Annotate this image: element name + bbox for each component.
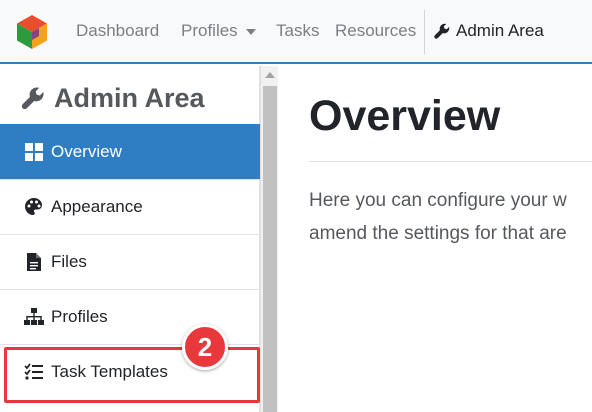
- nav-divider: [424, 10, 425, 54]
- wrench-icon: [434, 23, 450, 39]
- nav-resources-label: Resources: [335, 21, 417, 40]
- page-title: Overview: [309, 92, 501, 140]
- nav-tasks-label: Tasks: [276, 21, 320, 40]
- nav-profiles-label: Profiles: [181, 21, 238, 40]
- top-navbar: Dashboard Profiles Tasks Resources Admin…: [0, 0, 592, 64]
- nav-tasks[interactable]: Tasks: [276, 0, 319, 62]
- nav-resources[interactable]: Resources: [335, 0, 416, 62]
- windows-grid-icon: [24, 142, 44, 162]
- nav-profiles-dropdown[interactable]: Profiles: [181, 0, 256, 62]
- sidebar-title-label: Admin Area: [54, 82, 205, 113]
- nav-admin-label: Admin Area: [456, 21, 544, 40]
- sidebar-item-appearance[interactable]: Appearance: [0, 179, 260, 234]
- sidebar-item-label: Appearance: [51, 197, 143, 216]
- description-line: Here you can configure your w: [309, 190, 567, 211]
- step-number-badge: 2: [182, 324, 228, 370]
- caret-down-icon: [245, 29, 256, 35]
- nav-dashboard-label: Dashboard: [76, 21, 160, 40]
- sidebar-scrollbar[interactable]: [260, 66, 278, 412]
- sidebar-title: Admin Area: [20, 80, 205, 116]
- sidebar-item-label: Profiles: [51, 307, 108, 326]
- title-divider: [309, 161, 592, 162]
- app-logo-icon[interactable]: [14, 14, 50, 50]
- sitemap-icon: [24, 307, 44, 327]
- overview-description: Here you can configure your w amend the …: [309, 184, 592, 250]
- file-icon: [24, 252, 44, 272]
- scrollbar-thumb[interactable]: [263, 86, 277, 412]
- palette-icon: [24, 197, 44, 217]
- sidebar-item-label: Files: [51, 252, 87, 271]
- wrench-icon: [21, 87, 44, 110]
- description-line: amend the settings for that are: [309, 223, 567, 244]
- sidebar-item-overview[interactable]: Overview: [0, 124, 260, 179]
- nav-admin-area[interactable]: Admin Area: [433, 0, 544, 62]
- sidebar-item-files[interactable]: Files: [0, 234, 260, 289]
- nav-dashboard[interactable]: Dashboard: [76, 0, 159, 62]
- sidebar-item-label: Overview: [51, 142, 122, 161]
- scroll-up-arrow-icon[interactable]: [265, 72, 275, 78]
